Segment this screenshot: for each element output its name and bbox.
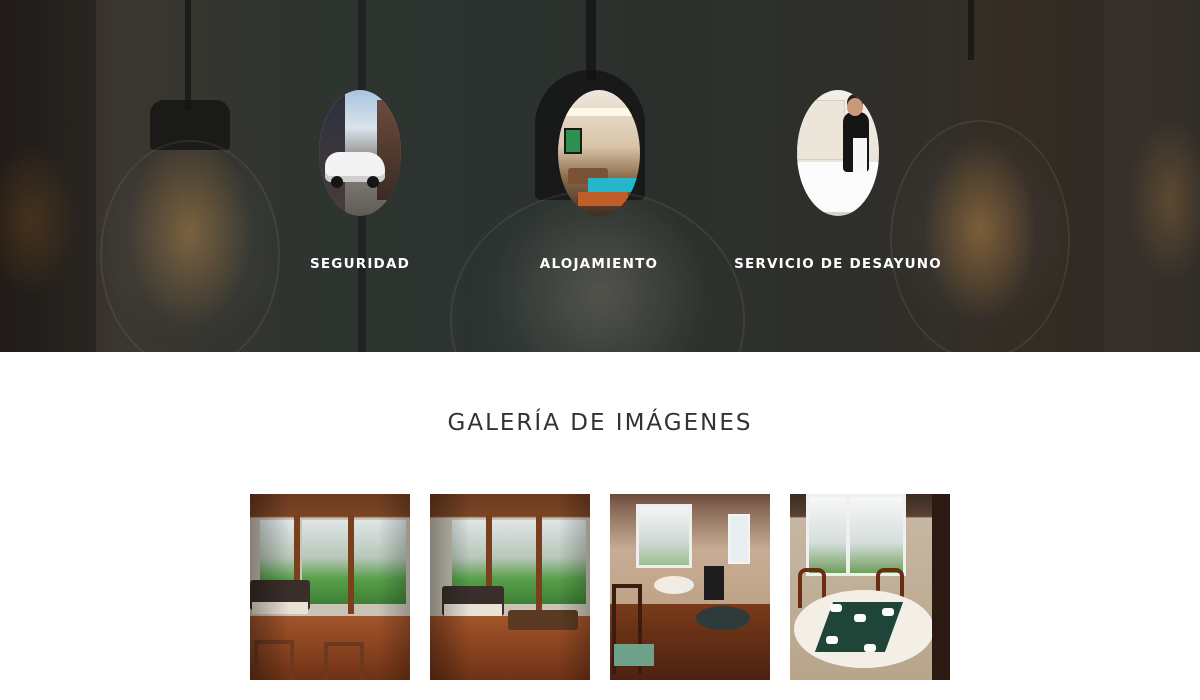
service-label: SERVICIO DE DESAYUNO — [734, 256, 942, 272]
services-hero: SEGURIDAD ALOJAMIENTO SERVICIO DE DESAYU… — [0, 0, 1200, 352]
service-label: SEGURIDAD — [309, 256, 411, 272]
gallery-photo[interactable] — [250, 494, 410, 680]
service-label: ALOJAMIENTO — [539, 256, 659, 272]
lamp-cord — [185, 0, 191, 110]
service-image-seguridad[interactable] — [319, 90, 401, 216]
gallery-photo[interactable] — [610, 494, 770, 680]
service-image-desayuno[interactable] — [797, 90, 879, 216]
gallery-title: GALERÍA DE IMÁGENES — [447, 410, 753, 436]
hero-side-panel-right — [1104, 0, 1200, 352]
service-image-alojamiento[interactable] — [558, 90, 640, 216]
service-seguridad[interactable]: SEGURIDAD — [250, 90, 470, 272]
lamp-cord — [586, 0, 596, 80]
service-desayuno[interactable]: SERVICIO DE DESAYUNO — [728, 90, 948, 272]
lamp-cord — [968, 0, 974, 60]
hero-side-panel-left — [0, 0, 96, 352]
gallery-photo[interactable] — [430, 494, 590, 680]
service-alojamiento[interactable]: ALOJAMIENTO — [489, 90, 709, 272]
gallery-photo[interactable] — [790, 494, 950, 680]
image-gallery — [250, 494, 950, 680]
